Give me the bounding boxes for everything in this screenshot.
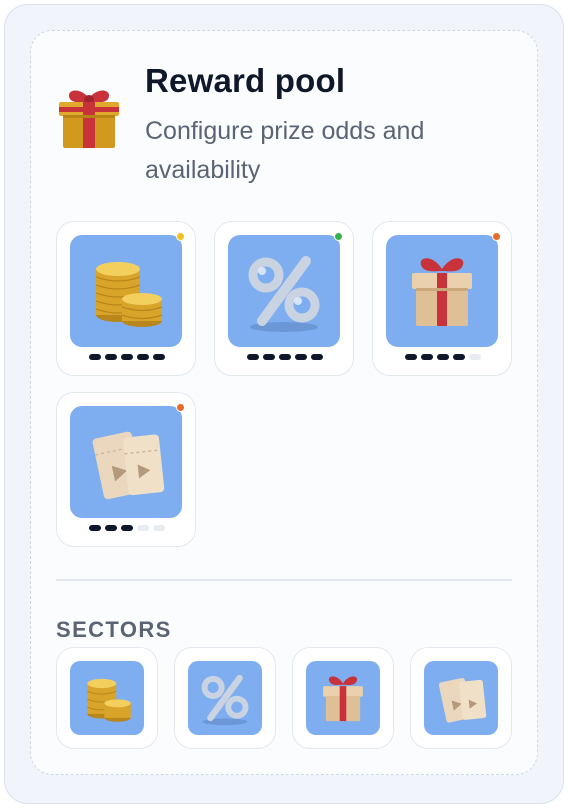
status-dot xyxy=(176,232,185,241)
sector-gift[interactable] xyxy=(292,647,394,749)
sectors-heading: SECTORS xyxy=(56,617,172,642)
gift-icon xyxy=(306,661,380,735)
status-dot xyxy=(176,403,185,412)
sector-tickets[interactable] xyxy=(410,647,512,749)
percent-icon xyxy=(228,235,340,347)
ticket-icon xyxy=(70,406,182,518)
odds-meter xyxy=(89,525,165,531)
page-title: Reward pool xyxy=(145,62,346,99)
reward-card-gift[interactable] xyxy=(372,221,512,376)
ticket-icon xyxy=(424,661,498,735)
odds-meter xyxy=(405,354,481,360)
gift-icon xyxy=(54,84,124,154)
coins-icon xyxy=(70,235,182,347)
odds-meter xyxy=(89,354,165,360)
section-divider xyxy=(56,579,512,581)
page-subtitle: Configure prize odds and availability xyxy=(145,117,425,184)
percent-icon xyxy=(188,661,262,735)
sector-discount[interactable] xyxy=(174,647,276,749)
reward-card-coins[interactable] xyxy=(56,221,196,376)
reward-card-tickets[interactable] xyxy=(56,392,196,547)
odds-meter xyxy=(247,354,323,360)
reward-card-discount[interactable] xyxy=(214,221,354,376)
gift-icon xyxy=(386,235,498,347)
status-dot xyxy=(334,232,343,241)
sector-coins[interactable] xyxy=(56,647,158,749)
status-dot xyxy=(492,232,501,241)
coins-icon xyxy=(70,661,144,735)
